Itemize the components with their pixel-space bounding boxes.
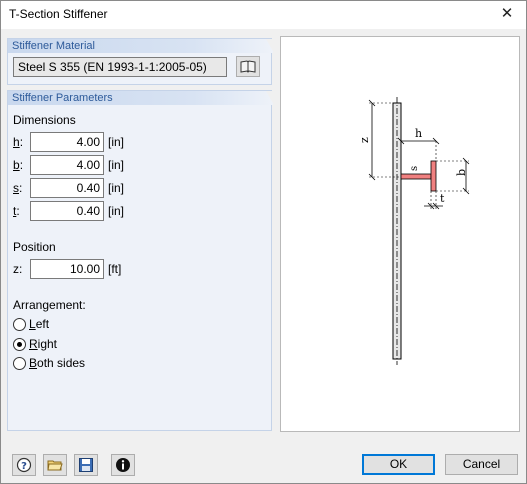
stiffener-flange [430, 160, 437, 192]
info-button[interactable] [111, 454, 135, 476]
h-suffix: : [19, 135, 24, 149]
open-button[interactable] [43, 454, 67, 476]
arrangement-right-radio[interactable]: Right [13, 337, 57, 351]
arrangement-both-hotkey: B [29, 356, 38, 370]
t-dim-label: t [440, 192, 445, 205]
z-input[interactable]: 10.00 [30, 259, 104, 279]
z-label: z: [13, 262, 23, 276]
b-key: b [13, 158, 20, 172]
s-label: s: [13, 181, 22, 195]
b-input[interactable]: 4.00 [30, 155, 104, 175]
radio-indicator-left [13, 317, 26, 331]
h-key: h [13, 135, 20, 149]
radio-indicator-both [13, 356, 26, 370]
ok-button[interactable]: OK [362, 454, 435, 475]
position-label: Position [13, 240, 56, 254]
arrangement-left-radio[interactable]: Left [13, 317, 49, 331]
radio-indicator-right [13, 337, 26, 351]
b-unit: [in] [108, 158, 125, 172]
t-input[interactable]: 0.40 [30, 201, 104, 221]
info-icon [116, 458, 130, 472]
arrangement-left-hotkey: L [29, 317, 36, 331]
material-library-button[interactable] [236, 56, 260, 77]
close-icon[interactable]: ✕ [494, 3, 520, 25]
h-input[interactable]: 4.00 [30, 132, 104, 152]
b-dim-label: b [455, 169, 468, 176]
t-label: t: [13, 204, 20, 218]
h-unit: [in] [108, 135, 125, 149]
material-group-header: Stiffener Material [8, 39, 274, 53]
save-icon [79, 458, 93, 472]
stiffener-web [400, 173, 432, 180]
dialog-window: T-Section Stiffener ✕ Stiffener Material… [0, 0, 527, 484]
z-unit: [ft] [108, 262, 122, 276]
stiffener-diagram: z h s b t [280, 36, 520, 432]
z-dim-label: z [358, 137, 371, 143]
book-icon [240, 59, 256, 73]
window-title: T-Section Stiffener [9, 7, 108, 21]
dimensions-label: Dimensions [13, 113, 76, 127]
t-suffix: : [16, 204, 20, 218]
h-dim-label: h [415, 127, 422, 140]
arrangement-right-label: Right [29, 337, 57, 351]
s-input[interactable]: 0.40 [30, 178, 104, 198]
svg-text:?: ? [21, 461, 27, 472]
arrangement-right-hotkey: R [29, 337, 38, 351]
h-label: h: [13, 135, 23, 149]
arrangement-both-rest: oth sides [37, 356, 86, 370]
arrangement-both-label: Both sides [29, 356, 85, 370]
t-unit: [in] [108, 204, 125, 218]
arrangement-both-radio[interactable]: Both sides [13, 356, 85, 370]
material-field[interactable]: Steel S 355 (EN 1993-1-1:2005-05) [13, 57, 227, 77]
open-icon [47, 460, 63, 471]
help-button[interactable]: ? [12, 454, 36, 476]
arrangement-label: Arrangement: [13, 298, 86, 312]
b-suffix: : [19, 158, 24, 172]
arrangement-left-label: Left [29, 317, 49, 331]
help-icon: ? [16, 457, 32, 473]
title-bar: T-Section Stiffener ✕ [1, 1, 526, 29]
arrangement-right-rest: ight [37, 337, 58, 351]
save-button[interactable] [74, 454, 98, 476]
cancel-button[interactable]: Cancel [445, 454, 518, 475]
s-unit: [in] [108, 181, 125, 195]
b-label: b: [13, 158, 23, 172]
s-dim-label: s [409, 166, 420, 171]
parameters-group-header: Stiffener Parameters [8, 91, 274, 105]
s-suffix: : [19, 181, 23, 195]
diagram-svg: z h s b t [358, 97, 470, 365]
arrangement-left-rest: eft [35, 317, 50, 331]
